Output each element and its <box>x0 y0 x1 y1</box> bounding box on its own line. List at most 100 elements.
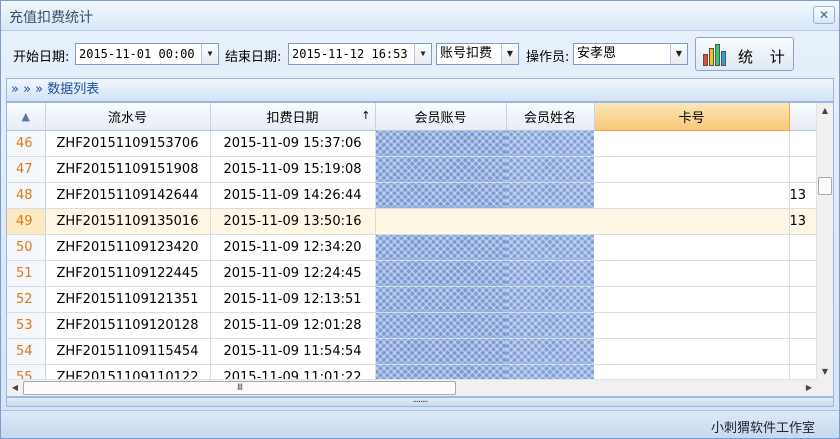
table-row[interactable]: 50 ZHF20151109123420 2015-11-09 12:34:20 <box>7 234 818 261</box>
serial-cell[interactable]: ZHF20151109122445 <box>45 260 211 287</box>
panel-splitter[interactable]: ........ <box>6 396 834 407</box>
overflow-cell[interactable] <box>789 156 818 183</box>
scroll-left-icon[interactable]: ◀ <box>7 380 23 396</box>
table-row[interactable]: 54 ZHF20151109115454 2015-11-09 11:54:54 <box>7 338 818 365</box>
account-cell-masked[interactable] <box>375 260 506 287</box>
row-number[interactable]: 51 <box>7 260 46 287</box>
table-row[interactable]: 46 ZHF20151109153706 2015-11-09 15:37:06 <box>7 130 818 157</box>
overflow-cell[interactable] <box>789 286 818 313</box>
account-cell-masked[interactable] <box>375 234 506 261</box>
data-list-header[interactable]: » » » 数据列表 <box>6 78 834 102</box>
account-cell-masked[interactable] <box>375 208 506 235</box>
overflow-cell[interactable] <box>789 130 818 157</box>
vertical-scroll-thumb[interactable] <box>818 177 832 195</box>
scroll-up-icon[interactable]: ▲ <box>817 103 833 119</box>
account-cell-masked[interactable] <box>375 312 506 339</box>
statistics-button[interactable]: 统 计 <box>695 37 794 71</box>
row-number[interactable]: 46 <box>7 130 46 157</box>
card-cell[interactable] <box>594 260 790 287</box>
serial-cell[interactable]: ZHF20151109120128 <box>45 312 211 339</box>
table-row[interactable]: 51 ZHF20151109122445 2015-11-09 12:24:45 <box>7 260 818 287</box>
serial-cell[interactable]: ZHF20151109151908 <box>45 156 211 183</box>
column-header-account[interactable]: 会员账号 <box>375 103 507 131</box>
end-date-picker[interactable]: 2015-11-12 16:53 ▼ <box>288 43 432 65</box>
date-cell[interactable]: 2015-11-09 11:54:54 <box>210 338 376 365</box>
name-cell-masked[interactable] <box>506 182 594 209</box>
account-cell-masked[interactable] <box>375 182 506 209</box>
card-cell[interactable] <box>594 234 790 261</box>
name-cell-masked[interactable] <box>506 156 594 183</box>
row-number[interactable]: 52 <box>7 286 46 313</box>
card-cell[interactable] <box>594 208 790 235</box>
title-bar[interactable]: 充值扣费统计 ✕ <box>1 1 839 31</box>
horizontal-scroll-thumb[interactable]: III <box>23 381 456 395</box>
table-row[interactable]: 49 ZHF20151109135016 2015-11-09 13:50:16 13 <box>7 208 818 235</box>
serial-cell[interactable]: ZHF20151109153706 <box>45 130 211 157</box>
name-cell-masked[interactable] <box>506 286 594 313</box>
card-cell[interactable] <box>594 182 790 209</box>
row-number[interactable]: 50 <box>7 234 46 261</box>
column-header-card[interactable]: 卡号 <box>594 103 790 131</box>
card-cell[interactable] <box>594 130 790 157</box>
close-button[interactable]: ✕ <box>813 6 835 24</box>
column-header-date[interactable]: 扣费日期 ↑ <box>210 103 376 131</box>
name-cell-masked[interactable] <box>506 234 594 261</box>
name-cell-masked[interactable] <box>506 312 594 339</box>
card-cell[interactable] <box>594 338 790 365</box>
account-cell-masked[interactable] <box>375 338 506 365</box>
account-cell-masked[interactable] <box>375 286 506 313</box>
card-cell[interactable] <box>594 156 790 183</box>
overflow-cell[interactable]: 13 <box>789 182 818 209</box>
chevron-down-icon[interactable]: ▼ <box>501 44 518 64</box>
column-header-overflow[interactable] <box>789 103 818 131</box>
date-cell[interactable]: 2015-11-09 15:37:06 <box>210 130 376 157</box>
table-row[interactable]: 53 ZHF20151109120128 2015-11-09 12:01:28 <box>7 312 818 339</box>
account-cell-masked[interactable] <box>375 130 506 157</box>
date-cell[interactable]: 2015-11-09 12:13:51 <box>210 286 376 313</box>
date-cell[interactable]: 2015-11-09 13:50:16 <box>210 208 376 235</box>
column-header-serial[interactable]: 流水号 <box>45 103 211 131</box>
table-row[interactable]: 48 ZHF20151109142644 2015-11-09 14:26:44 13 <box>7 182 818 209</box>
serial-cell[interactable]: ZHF20151109121351 <box>45 286 211 313</box>
horizontal-scrollbar[interactable]: ◀ III ▶ <box>7 379 817 396</box>
operator-select[interactable]: 安孝恩 ▼ <box>573 43 688 65</box>
start-date-picker[interactable]: 2015-11-01 00:00 ▼ <box>75 43 219 65</box>
table-row[interactable]: 52 ZHF20151109121351 2015-11-09 12:13:51 <box>7 286 818 313</box>
date-cell[interactable]: 2015-11-09 12:01:28 <box>210 312 376 339</box>
serial-cell[interactable]: ZHF20151109123420 <box>45 234 211 261</box>
name-cell-masked[interactable] <box>506 260 594 287</box>
row-number[interactable]: 53 <box>7 312 46 339</box>
card-cell[interactable] <box>594 286 790 313</box>
row-number[interactable]: 47 <box>7 156 46 183</box>
serial-cell[interactable]: ZHF20151109135016 <box>45 208 211 235</box>
vertical-scrollbar[interactable]: ▲ ▼ <box>816 103 833 380</box>
overflow-cell[interactable] <box>789 260 818 287</box>
name-cell-masked[interactable] <box>506 130 594 157</box>
chevron-down-icon[interactable]: ▼ <box>414 44 431 64</box>
overflow-cell[interactable] <box>789 312 818 339</box>
serial-cell[interactable]: ZHF20151109115454 <box>45 338 211 365</box>
overflow-cell[interactable] <box>789 234 818 261</box>
chevron-down-icon[interactable]: ▼ <box>201 44 218 64</box>
column-header-name[interactable]: 会员姓名 <box>506 103 595 131</box>
select-all-header[interactable]: ▲ <box>7 103 46 131</box>
date-cell[interactable]: 2015-11-09 12:24:45 <box>210 260 376 287</box>
account-cell-masked[interactable] <box>375 156 506 183</box>
date-cell[interactable]: 2015-11-09 14:26:44 <box>210 182 376 209</box>
overflow-cell[interactable]: 13 <box>789 208 818 235</box>
row-number[interactable]: 48 <box>7 182 46 209</box>
name-cell-masked[interactable] <box>506 208 594 235</box>
scroll-down-icon[interactable]: ▼ <box>817 364 833 380</box>
row-number[interactable]: 49 <box>7 208 46 235</box>
serial-cell[interactable]: ZHF20151109142644 <box>45 182 211 209</box>
row-number[interactable]: 54 <box>7 338 46 365</box>
chevron-down-icon[interactable]: ▼ <box>670 44 687 64</box>
date-cell[interactable]: 2015-11-09 12:34:20 <box>210 234 376 261</box>
name-cell-masked[interactable] <box>506 338 594 365</box>
type-select[interactable]: 账号扣费 ▼ <box>436 43 519 65</box>
card-cell[interactable] <box>594 312 790 339</box>
table-row[interactable]: 47 ZHF20151109151908 2015-11-09 15:19:08 <box>7 156 818 183</box>
overflow-cell[interactable] <box>789 338 818 365</box>
date-cell[interactable]: 2015-11-09 15:19:08 <box>210 156 376 183</box>
scroll-right-icon[interactable]: ▶ <box>801 380 817 396</box>
